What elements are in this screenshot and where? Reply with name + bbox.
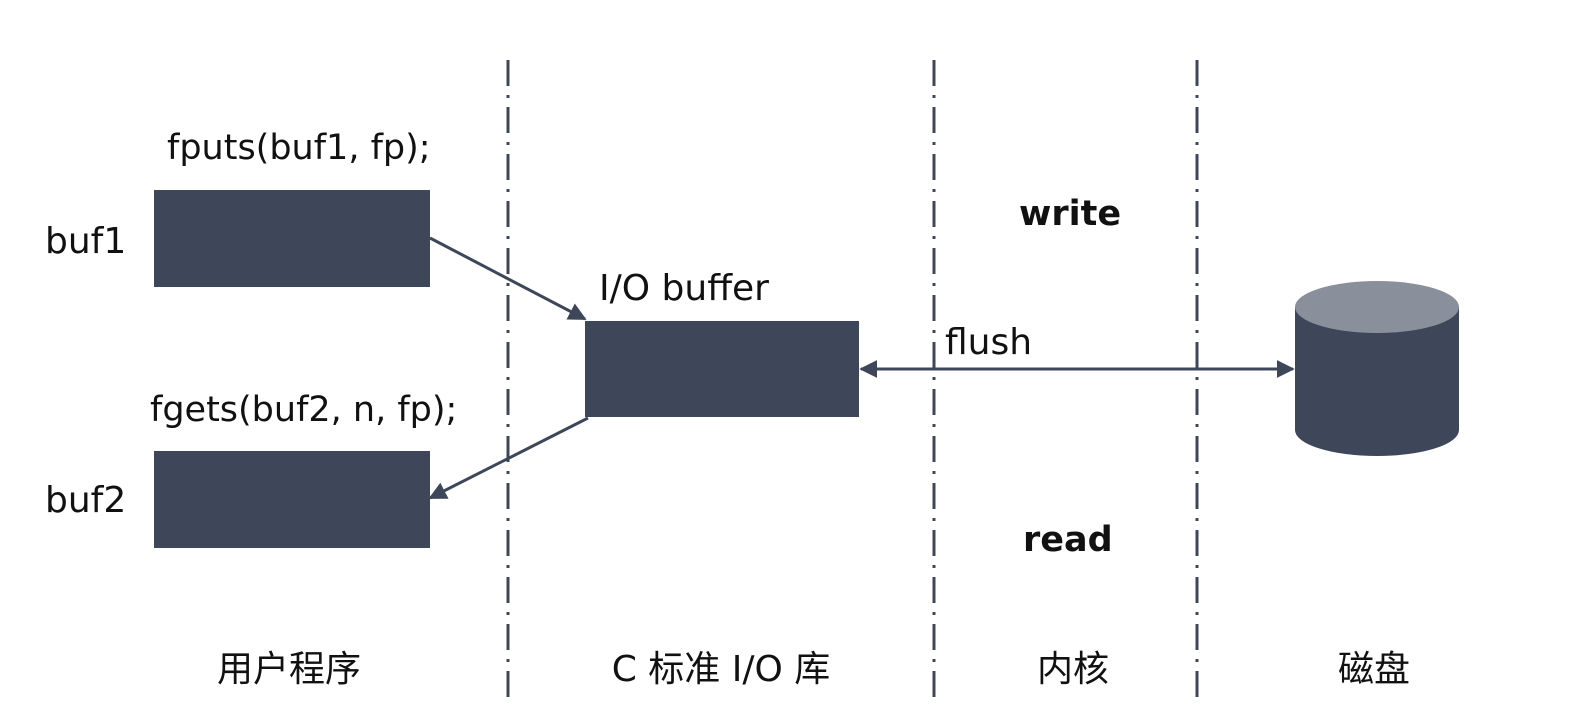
buf2-label: buf2 <box>45 480 126 521</box>
write-label: write <box>1019 194 1121 234</box>
fputs-call-label: fputs(buf1, fp); <box>167 128 431 168</box>
flush-label: flush <box>945 322 1032 363</box>
region-c-stdio: C 标准 I/O 库 <box>612 649 831 690</box>
region-user-program: 用户程序 <box>217 649 361 690</box>
io-buffer-label: I/O buffer <box>599 268 769 309</box>
buf2-box <box>154 451 430 548</box>
region-disk: 磁盘 <box>1338 649 1410 690</box>
buf1-box <box>154 190 430 287</box>
buf1-label: buf1 <box>45 221 126 262</box>
read-label: read <box>1023 520 1113 560</box>
io-buffer-box <box>585 321 859 417</box>
io-buffer-diagram: fputs(buf1, fp); buf1 fgets(buf2, n, fp)… <box>45 60 1459 698</box>
disk-cylinder-icon <box>1295 281 1459 456</box>
region-kernel: 内核 <box>1037 649 1109 690</box>
fgets-call-label: fgets(buf2, n, fp); <box>150 390 457 430</box>
